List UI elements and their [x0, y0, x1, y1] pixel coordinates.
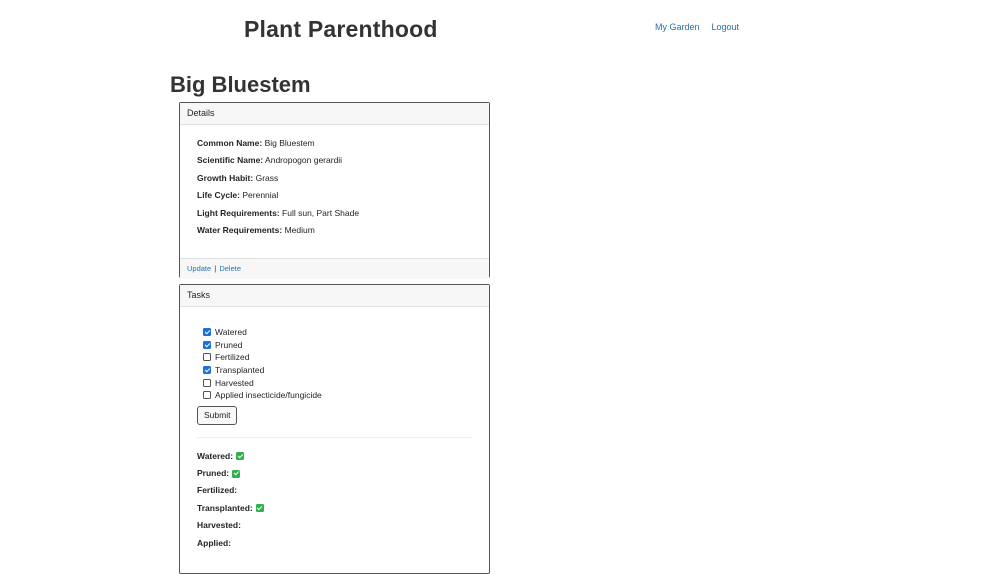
details-card: Details Common Name: Big Bluestem Scient… [179, 102, 490, 279]
submit-button[interactable]: Submit [197, 405, 238, 425]
task-label: Pruned [215, 339, 243, 350]
tasks-form: Watered Pruned Fertilized Transplanted H… [197, 322, 472, 425]
check-mark-icon [232, 469, 241, 478]
detail-life-cycle: Life Cycle: Perennial [197, 190, 279, 201]
detail-water-requirements: Water Requirements: Medium [197, 225, 315, 236]
site-brand: Plant Parenthood [244, 16, 438, 42]
checkbox-transplanted[interactable] [203, 366, 211, 375]
status-transplanted: Transplanted: [197, 500, 472, 517]
task-label: Harvested [215, 377, 254, 388]
task-label: Fertilized [215, 352, 250, 363]
check-mark-icon [236, 452, 245, 461]
status-fertilized: Fertilized: [197, 485, 238, 496]
status-watered: Watered: [197, 448, 472, 465]
task-label: Transplanted [215, 365, 265, 376]
checkbox-harvested[interactable] [203, 378, 211, 387]
detail-scientific-name: Scientific Name: Andropogon gerardii [197, 155, 343, 166]
task-transplanted: Transplanted [203, 364, 472, 377]
tasks-header: Tasks [180, 285, 489, 307]
detail-growth-habit: Growth Habit: Grass [197, 172, 279, 183]
details-footer: Update | Delete [180, 258, 489, 279]
detail-common-name: Common Name: Big Bluestem [197, 138, 315, 148]
checkbox-fertilized[interactable] [203, 353, 211, 362]
task-watered: Watered [203, 326, 472, 339]
status-applied: Applied: [197, 537, 231, 548]
details-header: Details [180, 103, 489, 125]
task-harvested: Harvested [203, 376, 472, 389]
divider [197, 436, 472, 438]
check-mark-icon [255, 504, 264, 513]
task-label: Watered [215, 327, 247, 338]
checkbox-watered[interactable] [203, 328, 211, 337]
task-pruned: Pruned [203, 339, 472, 352]
task-checklist: Watered Pruned Fertilized Transplanted H… [197, 322, 472, 402]
link-separator: | [214, 264, 217, 273]
details-body: Common Name: Big Bluestem Scientific Nam… [180, 125, 489, 258]
my-garden-link[interactable]: My Garden [655, 22, 700, 32]
task-applied: Applied insecticide/fungicide [203, 389, 472, 402]
update-link[interactable]: Update [187, 264, 211, 273]
status-harvested: Harvested: [197, 520, 241, 531]
task-status-list: Watered: Pruned: Fertilized: Transplante… [197, 448, 472, 552]
tasks-body: Watered Pruned Fertilized Transplanted H… [180, 307, 489, 552]
task-fertilized: Fertilized [203, 351, 472, 364]
status-pruned: Pruned: [197, 465, 472, 482]
checkbox-applied[interactable] [203, 391, 211, 400]
delete-link[interactable]: Delete [219, 264, 241, 273]
logout-link[interactable]: Logout [712, 22, 740, 32]
tasks-card: Tasks Watered Pruned Fertilized Transpla… [179, 284, 490, 574]
task-label: Applied insecticide/fungicide [215, 390, 322, 401]
detail-light-requirements: Light Requirements: Full sun, Part Shade [197, 207, 360, 218]
checkbox-pruned[interactable] [203, 340, 211, 349]
top-nav: My Garden Logout [655, 22, 739, 32]
page-title: Big Bluestem [170, 72, 311, 97]
